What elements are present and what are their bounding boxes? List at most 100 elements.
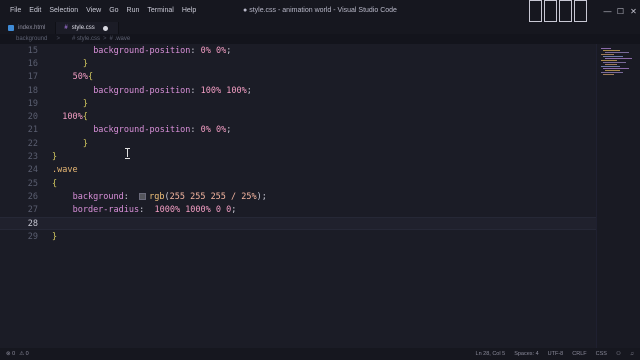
- code-line[interactable]: 27 border-radius: 1000% 1000% 0 0;: [0, 204, 596, 217]
- feedback-icon[interactable]: ⚇: [616, 351, 621, 357]
- line-ending[interactable]: CRLF: [572, 351, 586, 357]
- code-line[interactable]: 19}: [0, 97, 596, 110]
- code-line[interactable]: 25 {: [0, 177, 596, 190]
- line-number: 21: [27, 125, 38, 136]
- code-text: background: rgb(255 255 255 / 25%);: [73, 192, 267, 202]
- menu-terminal[interactable]: Terminal: [143, 0, 177, 22]
- tab-style-css[interactable]: # style.css: [56, 22, 119, 34]
- breadcrumb-separator: >: [103, 36, 107, 42]
- code-token: :: [190, 85, 201, 96]
- code-token: 100% 100%: [200, 85, 247, 96]
- code-line[interactable]: 23}: [0, 150, 596, 163]
- code-text: background-position: 0% 0%;: [93, 125, 231, 135]
- line-number: 15: [27, 45, 38, 56]
- code-text: }: [52, 232, 57, 242]
- minimap-line: [603, 50, 620, 51]
- code-line[interactable]: 17 50%{: [0, 71, 596, 84]
- code-editor[interactable]: 15 background-position: 0% 0%; 16} 17 50%{18…: [0, 44, 596, 348]
- minimap[interactable]: [596, 44, 640, 348]
- maximize-button[interactable]: ☐: [614, 0, 627, 22]
- code-token: ;: [226, 45, 232, 56]
- minimap-line: [605, 52, 629, 53]
- menu-selection[interactable]: Selection: [45, 0, 82, 22]
- minimap-line: [601, 60, 617, 61]
- code-token: background-position: [93, 125, 191, 136]
- code-text: }: [83, 99, 88, 109]
- minimap-line: [601, 72, 623, 73]
- menu-file[interactable]: File: [6, 0, 25, 22]
- tab-label: index.html: [18, 25, 46, 31]
- tab-label: style.css: [71, 25, 95, 31]
- code-text: .wave: [52, 165, 78, 175]
- code-line[interactable]: 18 background-position: 100% 100%;: [0, 84, 596, 97]
- code-token: 50%: [72, 72, 88, 83]
- code-text: }: [83, 59, 88, 69]
- breadcrumb: background color > # style.css > # .wave: [0, 34, 640, 52]
- layout-controls: [529, 0, 587, 22]
- code-line[interactable]: 21 background-position: 0% 0%;: [0, 124, 596, 137]
- code-token: {: [82, 112, 88, 123]
- line-number: 18: [27, 85, 38, 96]
- code-line[interactable]: 15 background-position: 0% 0%;: [0, 44, 596, 57]
- code-line[interactable]: 20 100%{: [0, 111, 596, 124]
- menu-go[interactable]: Go: [105, 0, 122, 22]
- code-text: 50%{: [73, 72, 93, 82]
- code-token: {: [87, 72, 94, 83]
- code-token: :: [123, 191, 140, 202]
- menu-run[interactable]: Run: [123, 0, 144, 22]
- code-line[interactable]: 22}: [0, 137, 596, 150]
- line-number: 22: [27, 138, 38, 149]
- line-number: 17: [27, 72, 38, 83]
- code-text: background-position: 100% 100%;: [93, 86, 252, 96]
- minimap-line: [601, 48, 611, 49]
- language-mode[interactable]: CSS: [596, 351, 607, 357]
- code-token: ;: [246, 85, 252, 96]
- menu-help[interactable]: Help: [178, 0, 200, 22]
- code-token: rgb: [149, 191, 165, 202]
- notifications-icon[interactable]: ♫: [630, 351, 634, 357]
- customize-layout-icon[interactable]: [574, 0, 587, 22]
- code-line[interactable]: 29}: [0, 230, 596, 243]
- toggle-secondary-sidebar-icon[interactable]: [559, 0, 572, 22]
- line-number: 16: [27, 58, 38, 69]
- tab-index-html[interactable]: index.html: [0, 22, 57, 34]
- minimap-line: [603, 68, 629, 69]
- code-token: {: [52, 178, 58, 189]
- menu-edit[interactable]: Edit: [25, 0, 45, 22]
- code-line[interactable]: 24 .wave: [0, 164, 596, 177]
- code-text: background-position: 0% 0%;: [93, 46, 231, 56]
- unsaved-dot-icon[interactable]: [102, 25, 108, 31]
- window-controls: — ☐ ✕: [529, 0, 640, 22]
- breadcrumb-item[interactable]: background color: [16, 34, 53, 52]
- html-file-icon: [8, 25, 14, 31]
- encoding[interactable]: UTF-8: [548, 351, 564, 357]
- line-number: 28: [27, 218, 38, 229]
- breadcrumb-item-file[interactable]: # style.css: [72, 34, 100, 44]
- line-number: 20: [27, 112, 38, 123]
- toggle-panel-icon[interactable]: [544, 0, 557, 22]
- code-text: border-radius: 1000% 1000% 0 0;: [73, 205, 237, 215]
- breadcrumb-left: background color >: [0, 34, 60, 52]
- code-token: }: [82, 98, 89, 109]
- code-text: }: [83, 139, 88, 149]
- minimize-button[interactable]: —: [601, 0, 614, 22]
- status-problems[interactable]: ⊗ 0 ⚠ 0: [0, 351, 29, 357]
- code-token: :: [190, 45, 201, 56]
- code-token: ;: [231, 205, 237, 216]
- code-token: 0% 0%: [200, 125, 227, 136]
- code-token: ;: [226, 125, 232, 136]
- menu-view[interactable]: View: [82, 0, 105, 22]
- code-line[interactable]: 28: [0, 216, 596, 231]
- warnings-count: ⚠ 0: [19, 351, 29, 357]
- breadcrumb-item-selector[interactable]: # .wave: [110, 34, 131, 44]
- indentation[interactable]: Spaces: 4: [514, 351, 538, 357]
- cursor-position[interactable]: Ln 28, Col 5: [476, 351, 506, 357]
- code-line[interactable]: 16}: [0, 57, 596, 70]
- color-swatch-icon[interactable]: [139, 192, 147, 200]
- code-token: :: [190, 125, 201, 136]
- code-token: }: [82, 58, 89, 69]
- code-line[interactable]: 26 background: rgb(255 255 255 / 25%);: [0, 190, 596, 203]
- code-token: 255 255 255 / 25%: [169, 191, 257, 202]
- toggle-sidebar-icon[interactable]: [529, 0, 542, 22]
- close-button[interactable]: ✕: [627, 0, 640, 22]
